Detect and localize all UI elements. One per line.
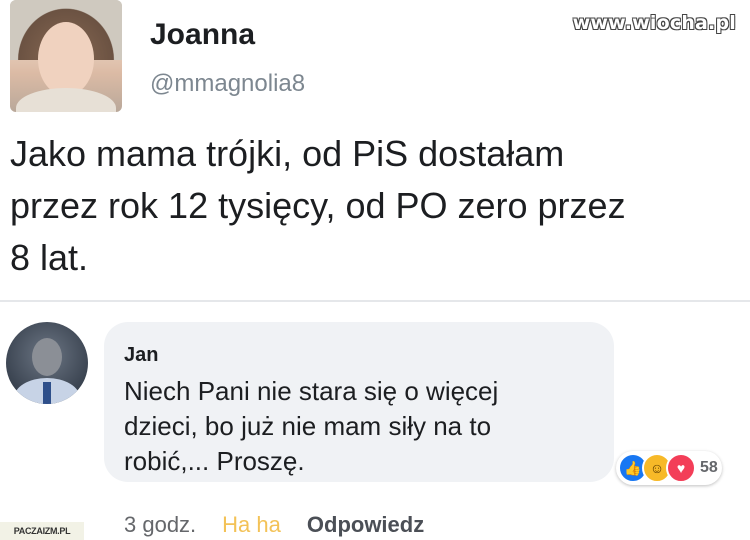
- divider: [0, 300, 750, 302]
- reply-button[interactable]: Odpowiedz: [307, 512, 424, 538]
- site-badge-logo: PACZAIZM.PL: [0, 522, 84, 540]
- commenter-avatar[interactable]: [6, 322, 88, 404]
- commenter-name[interactable]: Jan: [124, 344, 158, 367]
- tweet-text-line: Jako mama trójki, od PiS dostałam: [10, 133, 565, 174]
- comment-actions: 3 godz. Ha ha Odpowiedz: [124, 512, 424, 538]
- avatar-tie: [43, 382, 51, 404]
- comment-timestamp[interactable]: 3 godz.: [124, 512, 196, 538]
- comment-text-line: robić,... Proszę.: [124, 446, 305, 476]
- watermark: www.wiocha.pl: [572, 12, 736, 34]
- comment-text-line: dzieci, bo już nie mam siły na to: [124, 411, 492, 441]
- tweet-author-handle[interactable]: @mmagnolia8: [150, 70, 305, 98]
- haha-react-button[interactable]: Ha ha: [222, 512, 281, 538]
- comment-text-line: Niech Pani nie stara się o więcej: [124, 376, 499, 406]
- avatar-face: [32, 338, 62, 376]
- tweet-text-line: 8 lat.: [10, 237, 89, 278]
- tweet-text-line: przez rok 12 tysięcy, od PO zero przez: [10, 185, 626, 226]
- avatar-face: [38, 22, 94, 96]
- tweet-author-name[interactable]: Joanna: [150, 18, 255, 52]
- tweet-text: Jako mama trójki, od PiS dostałam przez …: [10, 128, 740, 284]
- reactions-summary[interactable]: 👍 ☺ ♥ 58: [616, 451, 722, 485]
- love-icon: ♥: [666, 453, 696, 483]
- comment-text: Niech Pani nie stara się o więcej dzieci…: [124, 374, 604, 479]
- tweet-author-avatar[interactable]: [10, 0, 122, 112]
- avatar-shoulders: [16, 88, 116, 112]
- reactions-count: 58: [700, 459, 718, 476]
